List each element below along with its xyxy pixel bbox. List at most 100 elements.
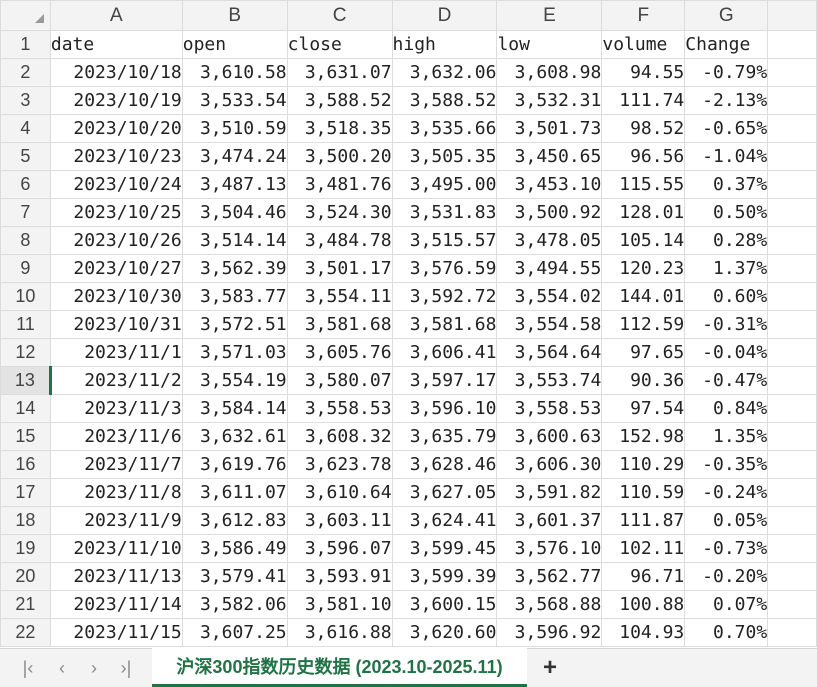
empty-cell[interactable] (767, 114, 817, 143)
data-cell[interactable]: 3,478.05 (496, 226, 603, 255)
data-cell[interactable]: 3,571.03 (181, 338, 288, 367)
data-cell[interactable]: 3,631.07 (286, 58, 393, 87)
data-cell[interactable]: 3,611.07 (181, 478, 288, 507)
data-cell[interactable]: 3,554.11 (286, 282, 393, 311)
data-cell[interactable]: 2023/10/20 (49, 114, 183, 143)
data-cell[interactable]: 3,608.32 (286, 422, 393, 451)
data-cell[interactable]: 3,558.53 (286, 394, 393, 423)
row-header[interactable]: 17 (0, 478, 51, 507)
empty-cell[interactable] (767, 478, 817, 507)
data-cell[interactable]: 2023/11/13 (49, 562, 183, 591)
data-cell[interactable]: 3,616.88 (286, 618, 393, 647)
column-header-a[interactable]: A (49, 0, 183, 31)
data-cell[interactable]: 0.28% (684, 226, 769, 255)
data-cell[interactable]: 110.29 (601, 450, 686, 479)
empty-cell[interactable] (767, 310, 817, 339)
data-cell[interactable]: 3,554.19 (181, 366, 288, 395)
data-cell[interactable]: 3,624.41 (391, 506, 498, 535)
row-header[interactable]: 8 (0, 226, 51, 255)
data-cell[interactable]: 3,524.30 (286, 198, 393, 227)
empty-cell[interactable] (767, 534, 817, 563)
data-cell[interactable]: 3,500.92 (496, 198, 603, 227)
data-cell[interactable]: -0.79% (684, 58, 769, 87)
data-cell[interactable]: 97.54 (601, 394, 686, 423)
data-cell[interactable]: 3,487.13 (181, 170, 288, 199)
data-cell[interactable]: 3,501.73 (496, 114, 603, 143)
data-cell[interactable]: 3,581.10 (286, 590, 393, 619)
empty-cell[interactable] (767, 86, 817, 115)
row-header[interactable]: 11 (0, 310, 51, 339)
data-cell[interactable]: 3,510.59 (181, 114, 288, 143)
data-cell[interactable]: 3,562.39 (181, 254, 288, 283)
data-cell[interactable]: 3,568.88 (496, 590, 603, 619)
data-cell[interactable]: 3,588.52 (286, 86, 393, 115)
data-cell[interactable]: 3,474.24 (181, 142, 288, 171)
data-cell[interactable]: 94.55 (601, 58, 686, 87)
data-cell[interactable]: 3,632.06 (391, 58, 498, 87)
data-cell[interactable]: 2023/10/24 (49, 170, 183, 199)
data-cell[interactable]: 0.07% (684, 590, 769, 619)
data-cell[interactable]: 2023/11/2 (49, 366, 183, 395)
column-header-f[interactable]: F (601, 0, 686, 31)
data-cell[interactable]: 3,514.14 (181, 226, 288, 255)
data-cell[interactable]: 3,554.02 (496, 282, 603, 311)
data-cell[interactable]: 2023/11/14 (49, 590, 183, 619)
data-cell[interactable]: 3,601.37 (496, 506, 603, 535)
data-cell[interactable]: 2023/11/15 (49, 618, 183, 647)
row-header[interactable]: 19 (0, 534, 51, 563)
data-cell[interactable]: 3,620.60 (391, 618, 498, 647)
column-header-b[interactable]: B (181, 0, 288, 31)
data-cell[interactable]: -0.73% (684, 534, 769, 563)
column-header-empty[interactable] (767, 0, 817, 31)
data-cell[interactable]: 3,610.64 (286, 478, 393, 507)
data-cell[interactable]: 3,553.74 (496, 366, 603, 395)
data-cell[interactable]: 3,579.41 (181, 562, 288, 591)
row-header[interactable]: 13 (0, 366, 52, 395)
data-cell[interactable]: 3,586.49 (181, 534, 288, 563)
data-cell[interactable]: 0.37% (684, 170, 769, 199)
data-cell[interactable]: -1.04% (684, 142, 769, 171)
data-cell[interactable]: -0.47% (684, 366, 769, 395)
data-cell[interactable]: 3,535.66 (391, 114, 498, 143)
data-cell[interactable]: 2023/10/31 (49, 310, 183, 339)
data-cell[interactable]: 111.87 (601, 506, 686, 535)
data-cell[interactable]: 2023/10/23 (49, 142, 183, 171)
data-cell[interactable]: 3,504.46 (181, 198, 288, 227)
data-cell[interactable]: 3,603.11 (286, 506, 393, 535)
field-name-cell[interactable]: low (496, 30, 603, 59)
row-header[interactable]: 14 (0, 394, 51, 423)
data-cell[interactable]: 3,562.77 (496, 562, 603, 591)
data-cell[interactable]: -0.35% (684, 450, 769, 479)
data-cell[interactable]: 2023/11/10 (49, 534, 183, 563)
empty-cell[interactable] (767, 282, 817, 311)
data-cell[interactable]: 96.56 (601, 142, 686, 171)
data-cell[interactable]: 3,484.78 (286, 226, 393, 255)
data-cell[interactable]: 3,600.15 (391, 590, 498, 619)
row-header[interactable]: 4 (0, 114, 51, 143)
data-cell[interactable]: -0.20% (684, 562, 769, 591)
field-name-cell[interactable]: date (49, 30, 183, 59)
data-cell[interactable]: 0.84% (684, 394, 769, 423)
data-cell[interactable]: 3,580.07 (286, 366, 393, 395)
data-cell[interactable]: 110.59 (601, 478, 686, 507)
empty-cell[interactable] (767, 58, 817, 87)
select-all-corner[interactable] (0, 0, 51, 31)
data-cell[interactable]: 3,554.58 (496, 310, 603, 339)
data-cell[interactable]: 112.59 (601, 310, 686, 339)
row-header[interactable]: 10 (0, 282, 51, 311)
empty-cell[interactable] (767, 338, 817, 367)
data-cell[interactable]: 3,582.06 (181, 590, 288, 619)
data-cell[interactable]: 3,583.77 (181, 282, 288, 311)
data-cell[interactable]: 3,531.83 (391, 198, 498, 227)
data-cell[interactable]: 128.01 (601, 198, 686, 227)
row-header[interactable]: 22 (0, 618, 51, 647)
data-cell[interactable]: 3,481.76 (286, 170, 393, 199)
data-cell[interactable]: 3,453.10 (496, 170, 603, 199)
column-header-g[interactable]: G (684, 0, 769, 31)
data-cell[interactable]: 3,584.14 (181, 394, 288, 423)
last-sheet-icon[interactable]: ›| (114, 657, 138, 679)
data-cell[interactable]: 3,494.55 (496, 254, 603, 283)
prev-sheet-icon[interactable]: ‹ (50, 657, 74, 679)
empty-cell[interactable] (767, 590, 817, 619)
data-cell[interactable]: 2023/11/8 (49, 478, 183, 507)
